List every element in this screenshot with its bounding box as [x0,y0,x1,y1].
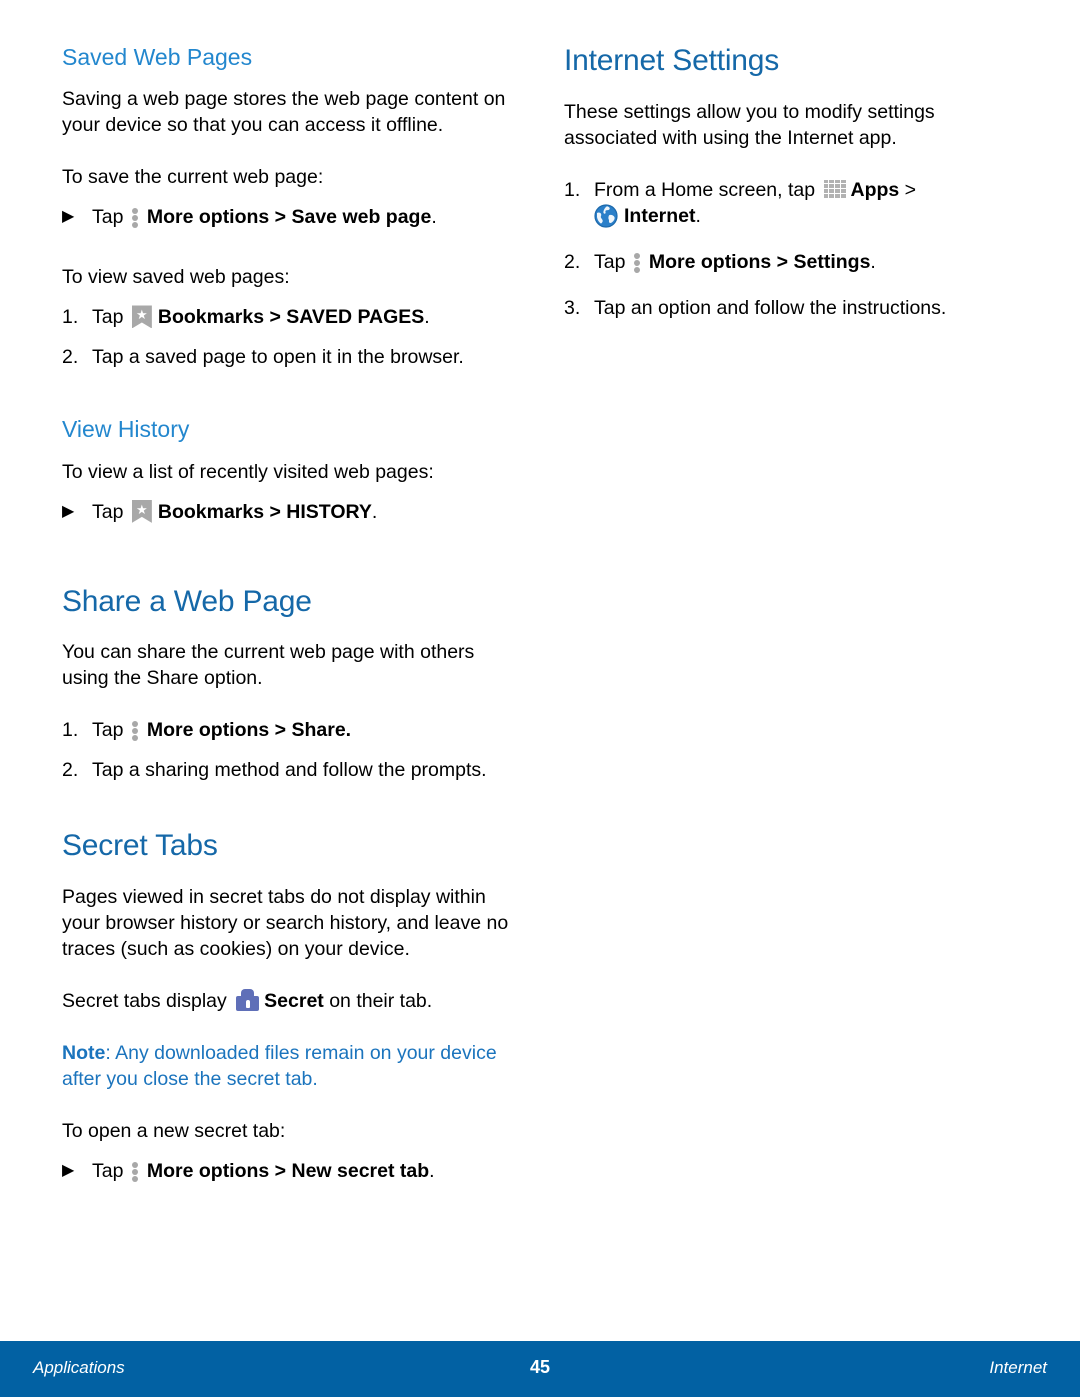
more-options-icon [131,207,140,229]
apps-bold-label: Apps [850,178,900,201]
step-suffix: . [431,206,437,229]
step-suffix: . [424,306,430,329]
internet-settings-step-1: 1. From a Home screen, tap Apps > Intern… [564,177,1022,229]
saved-web-pages-lead-in-1: To save the current web page: [62,166,324,189]
saved-web-pages-step-1: 1. Tap ★ Bookmarks > SAVED PAGES. [62,304,520,330]
bookmarks-icon: ★ [131,305,152,329]
secret-tabs-intro: Pages viewed in secret tabs do not displ… [62,885,509,960]
secret-lock-icon [236,988,260,1011]
display-line-suffix: on their tab. [323,989,433,1012]
bullet-arrow-marker: ▶ [62,208,75,226]
two-column-layout: Saved Web Pages Saving a web page stores… [62,44,1022,1198]
heading-view-history: View History [62,416,190,443]
step-suffix: . [429,1159,435,1182]
step-bold-label: More options > Save web page [146,206,432,229]
display-line-prefix: Secret tabs display [62,989,233,1012]
step-text: Tap More options > New secret tab. [92,1158,520,1184]
bullet-arrow-marker: ▶ [62,502,75,520]
step-prefix: From a Home screen, tap [594,178,821,201]
share-a-web-page-intro: You can share the current web page with … [62,641,475,690]
apps-icon [823,179,846,199]
step-bold-label: Bookmarks > HISTORY [157,500,372,523]
more-options-icon [131,720,140,742]
step-number: 2. [62,759,79,782]
saved-web-pages-step-2: 2. Tap a saved page to open it in the br… [62,344,520,370]
step-bold-label: More options > Share. [146,719,352,742]
bookmark-star-glyph: ★ [136,307,148,323]
internet-settings-intro: These settings allow you to modify setti… [564,100,935,149]
internet-settings-step-3: 3. Tap an option and follow the instruct… [564,295,1022,321]
step-prefix: Tap [92,719,129,742]
step-text: Tap More options > Settings. [594,249,1022,275]
internet-globe-icon [594,203,618,228]
saved-web-pages-intro: Saving a web page stores the web page co… [62,88,506,137]
step-suffix: . [870,250,876,273]
note-text: : Any downloaded files remain on your de… [62,1041,497,1090]
step-number: 1. [564,178,581,201]
step-number: 1. [62,306,79,329]
step-prefix: Tap [92,306,129,329]
step-bold-label: More options > New secret tab [146,1159,430,1182]
footer-topic-label: Internet [989,1358,1047,1377]
heading-internet-settings: Internet Settings [564,44,780,77]
step-text: Tap ★ Bookmarks > HISTORY. [92,499,520,525]
step-number: 2. [62,346,79,369]
lock-keyhole-shape [245,999,250,1008]
right-column: Internet Settings These settings allow y… [564,44,1022,1198]
step-text: Tap an option and follow the instruction… [594,296,947,319]
more-options-icon [131,1161,140,1182]
view-history-bullet: ▶ Tap ★ Bookmarks > HISTORY. [62,499,520,525]
step-prefix: Tap [594,250,631,273]
note-label: Note [62,1041,106,1064]
heading-secret-tabs: Secret Tabs [62,829,218,863]
document-page: Saved Web Pages Saving a web page stores… [0,0,1080,1397]
secret-tabs-note: Note: Any downloaded files remain on you… [62,1040,520,1092]
display-line-bold-label: Secret [264,989,324,1012]
share-step-2: 2. Tap a sharing method and follow the p… [62,757,520,783]
left-column: Saved Web Pages Saving a web page stores… [62,44,520,1198]
step-suffix: . [695,204,701,227]
step-bold-label: More options > Settings [648,250,871,273]
step-arrow-separator: > [899,178,917,201]
heading-saved-web-pages: Saved Web Pages [62,44,253,70]
step-prefix: Tap [92,1159,129,1182]
view-history-lead-in: To view a list of recently visited web p… [62,460,434,483]
step-text: Tap More options > Save web page. [92,204,520,230]
step-text: Tap ★ Bookmarks > SAVED PAGES. [92,304,520,330]
step-text: From a Home screen, tap Apps > Internet. [594,177,1022,229]
step-prefix: Tap [92,500,129,523]
more-options-icon [633,252,642,273]
secret-tabs-bullet: ▶ Tap More options > New secret tab. [62,1158,520,1184]
step-number: 2. [564,250,581,273]
step-bold-label: Bookmarks > SAVED PAGES [157,306,425,329]
share-step-1: 1. Tap More options > Share. [62,717,520,743]
internet-bold-label: Internet [624,204,696,227]
apps-grid-shape [823,179,846,198]
step-number: 3. [564,296,581,319]
secret-tabs-display-line: Secret tabs display Secret on their tab. [62,988,520,1014]
heading-share-a-web-page: Share a Web Page [62,584,312,618]
saved-web-pages-lead-in-2: To view saved web pages: [62,266,290,289]
step-text: Tap a saved page to open it in the brows… [92,346,464,369]
bookmarks-icon: ★ [131,499,152,523]
bookmark-star-glyph: ★ [136,501,148,517]
step-prefix: Tap [92,206,129,229]
step-suffix: . [371,500,378,523]
internet-settings-step-2: 2. Tap More options > Settings. [564,249,1022,275]
saved-web-pages-bullet-save: ▶ Tap More options > Save web page. [62,204,520,230]
step-text: Tap More options > Share. [92,717,520,743]
secret-tabs-lead-in: To open a new secret tab: [62,1119,286,1142]
footer-page-number: 45 [529,1357,551,1377]
step-text: Tap a sharing method and follow the prom… [92,759,487,782]
step-number: 1. [62,719,79,742]
bullet-arrow-marker: ▶ [62,1161,75,1179]
page-footer: Applications 45 Internet [0,1341,1080,1397]
